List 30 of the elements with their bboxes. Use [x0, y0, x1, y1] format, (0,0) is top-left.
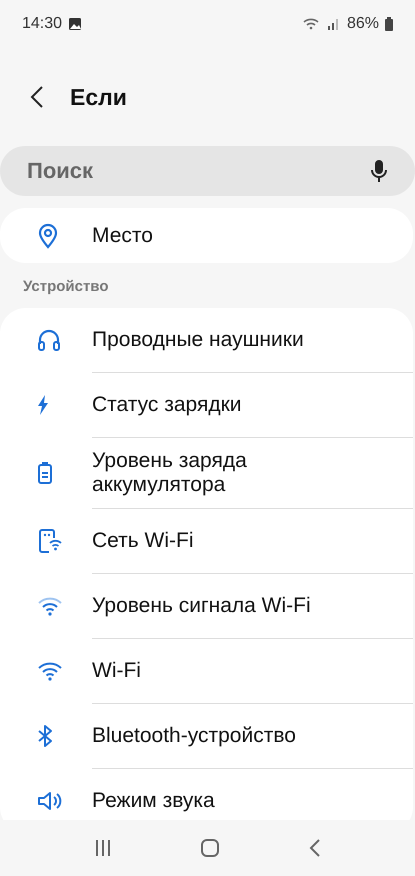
section-header: Устройство — [22, 277, 110, 297]
back-icon[interactable] — [308, 839, 321, 857]
headphones-icon — [37, 329, 61, 351]
home-icon[interactable] — [200, 838, 220, 858]
settings-item[interactable]: Bluetooth-устройство — [92, 703, 413, 768]
phone-wifi-icon — [37, 528, 63, 554]
settings-item[interactable]: Уровень сигнала Wi-Fi — [92, 573, 413, 638]
recent-apps-icon[interactable] — [94, 839, 112, 857]
signal-icon — [326, 18, 341, 30]
search-field[interactable]: Поиск — [0, 146, 415, 196]
settings-item[interactable]: Место — [0, 208, 413, 263]
bluetooth-icon — [37, 724, 53, 748]
settings-item[interactable]: Сеть Wi-Fi — [92, 508, 413, 573]
wifi-status-icon — [302, 18, 321, 30]
microphone-icon[interactable] — [371, 159, 387, 183]
lightning-icon — [37, 395, 49, 415]
image-icon — [68, 17, 82, 31]
settings-item[interactable]: Статус зарядки — [92, 372, 413, 437]
wifi-signal-icon — [37, 596, 63, 616]
battery-percent: 86% — [346, 15, 379, 33]
battery-status-icon — [385, 17, 393, 31]
speaker-icon — [37, 790, 63, 812]
battery-icon — [37, 461, 53, 485]
location-pin-icon — [37, 222, 59, 248]
wifi-icon — [37, 661, 63, 681]
status-time: 14:30 — [22, 15, 62, 33]
page-title: Если — [70, 84, 127, 110]
settings-item[interactable]: Уровень заряда аккумулятора — [92, 437, 413, 508]
settings-item[interactable]: Wi-Fi — [92, 638, 413, 703]
settings-item[interactable]: Проводные наушники — [0, 308, 413, 372]
